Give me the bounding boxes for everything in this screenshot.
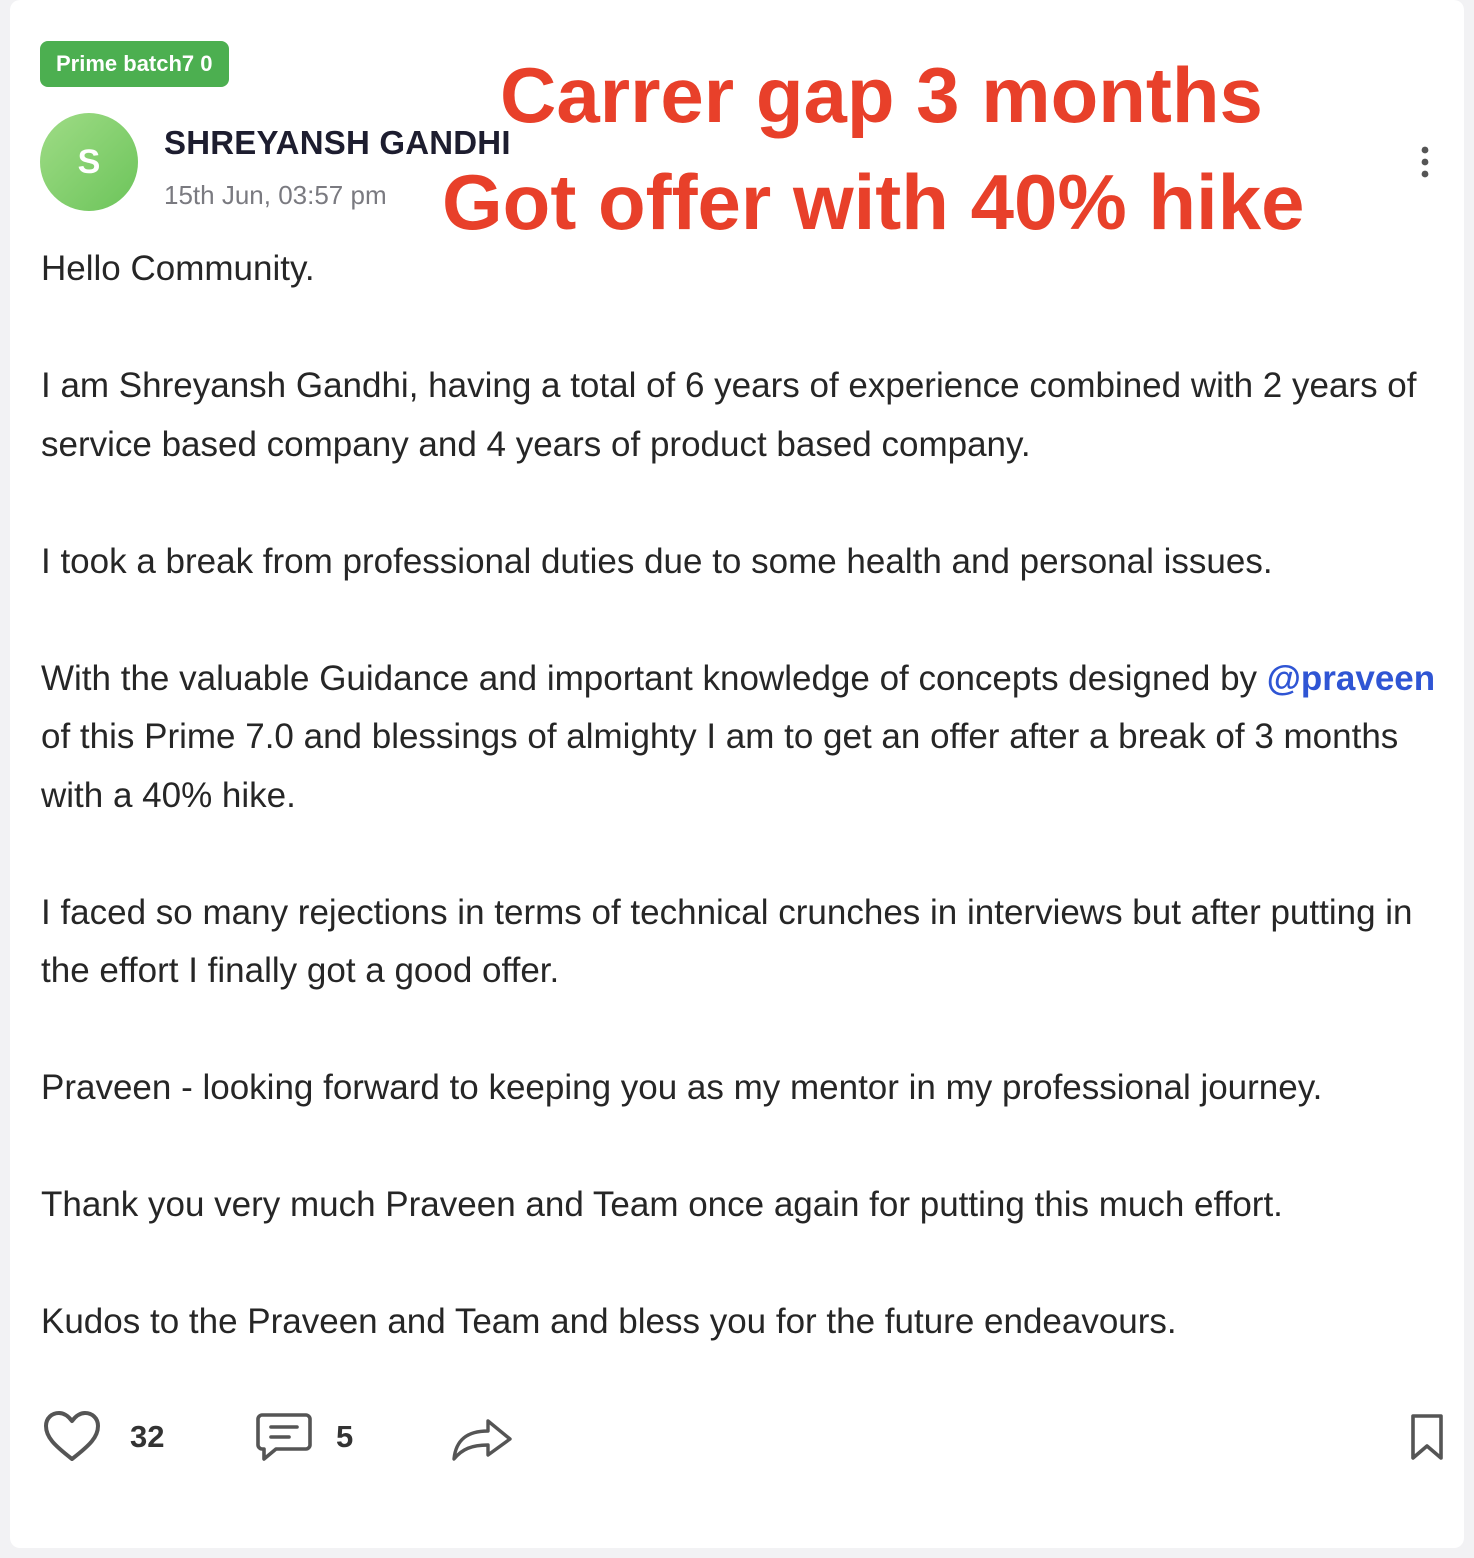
overlay-caption-line2: Got offer with 40% hike: [442, 158, 1305, 246]
bookmark-button[interactable]: [1407, 1402, 1447, 1472]
author-name[interactable]: SHREYANSH GANDHI: [164, 124, 511, 162]
share-icon: [452, 1419, 512, 1461]
post-paragraph: Praveen - looking forward to keeping you…: [41, 1068, 1323, 1107]
paragraph-text: With the valuable Guidance and important…: [41, 658, 1258, 698]
mention-link[interactable]: @praveen: [1267, 659, 1435, 698]
kebab-menu-icon: [1421, 146, 1429, 178]
post-paragraph: I took a break from professional duties …: [41, 541, 1273, 581]
post-paragraph: Kudos to the Praveen and Team and bless …: [41, 1302, 1177, 1341]
comment-icon: [256, 1413, 312, 1461]
action-bar: 32 5: [40, 1402, 1450, 1472]
post-paragraph: I faced so many rejections in terms of t…: [41, 892, 1413, 991]
comment-count: 5: [336, 1419, 354, 1454]
avatar[interactable]: S: [40, 113, 138, 211]
bookmark-icon: [1411, 1414, 1443, 1460]
like-count: 32: [130, 1419, 165, 1454]
overlay-caption-line1: Carrer gap 3 months: [500, 51, 1263, 139]
heart-icon: [44, 1411, 100, 1461]
post-paragraph: I am Shreyansh Gandhi, having a total of…: [41, 366, 1417, 464]
post-paragraph: Hello Community.: [41, 249, 315, 288]
paragraph-text: of this Prime 7.0 and blessings of almig…: [41, 717, 1399, 815]
post-body: Hello Community. I am Shreyansh Gandhi, …: [41, 240, 1457, 1352]
comment-button[interactable]: 5: [254, 1402, 353, 1472]
post-card: Prime batch7 0 S SHREYANSH GANDHI 15th J…: [10, 0, 1464, 1548]
share-button[interactable]: [444, 1402, 516, 1472]
post-paragraph: Thank you very much Praveen and Team onc…: [41, 1185, 1283, 1224]
more-options-button[interactable]: [1413, 144, 1437, 184]
post-paragraph: With the valuable Guidance and important…: [41, 650, 1457, 826]
like-button[interactable]: 32: [42, 1402, 164, 1472]
batch-badge[interactable]: Prime batch7 0: [40, 41, 229, 87]
post-timestamp: 15th Jun, 03:57 pm: [164, 180, 387, 210]
